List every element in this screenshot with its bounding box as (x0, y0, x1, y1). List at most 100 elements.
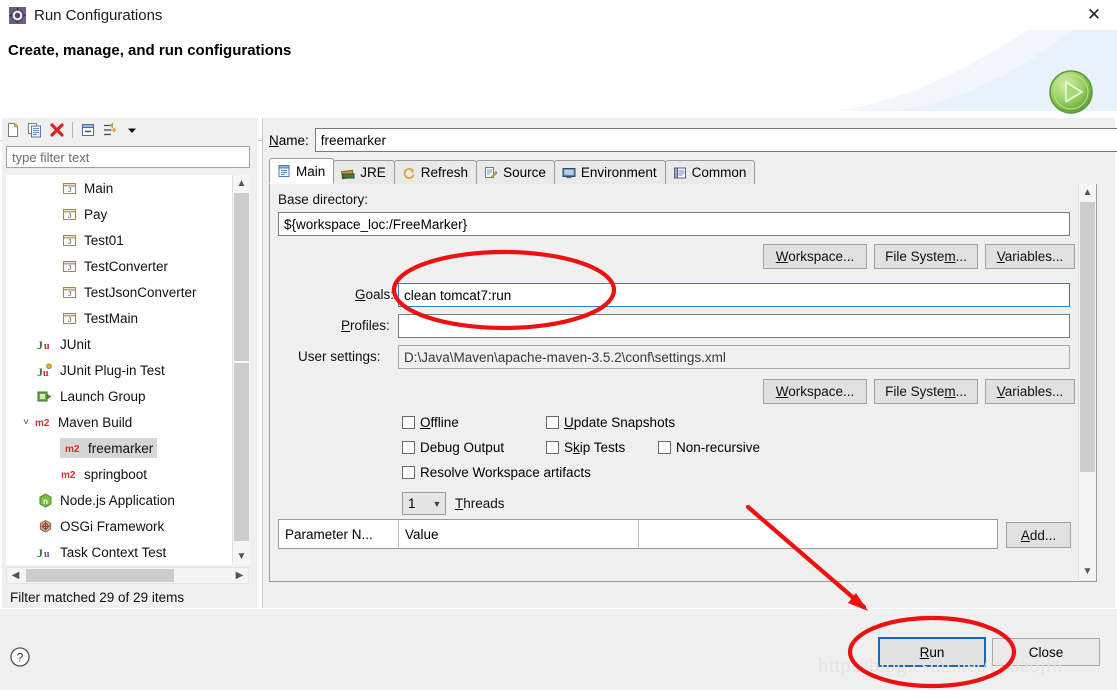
tab-label: Source (503, 165, 546, 180)
scroll-left-icon[interactable]: ◀ (7, 568, 24, 583)
tree-item-testmain[interactable]: J TestMain (6, 305, 232, 331)
filter-placeholder: type filter text (12, 149, 90, 165)
parameter-extra-column-header (639, 520, 997, 548)
tab-common[interactable]: Common (664, 160, 756, 184)
resolve-workspace-artifacts-checkbox[interactable] (402, 466, 415, 479)
tree-horizontal-scrollbar[interactable]: ◀ ▶ (6, 567, 249, 584)
goals-input[interactable]: clean tomcat7:run (398, 283, 1070, 307)
run-button[interactable]: Run (878, 637, 986, 667)
base-variables-button[interactable]: Variables... (985, 244, 1075, 269)
svg-text:?: ? (17, 651, 24, 665)
tree-item-maven-build[interactable]: ˅ m2 Maven Build (6, 409, 232, 435)
skip-tests-checkbox[interactable] (546, 441, 559, 454)
threads-value: 1 (408, 496, 416, 511)
svg-text:n: n (43, 497, 48, 506)
resolve-workspace-artifacts-checkbox-row[interactable]: Resolve Workspace artifacts (402, 465, 591, 480)
scroll-thumb-lower[interactable] (234, 363, 249, 541)
non-recursive-checkbox[interactable] (658, 441, 671, 454)
add-parameter-button[interactable]: Add... (1006, 522, 1071, 548)
tree-item-main[interactable]: J Main (6, 175, 232, 201)
chevron-down-icon[interactable] (121, 119, 143, 141)
tree-item-junit-plug-in-test[interactable]: Ju JUnit Plug-in Test (6, 357, 232, 383)
tab-page-vertical-scrollbar[interactable]: ▲ ▼ (1078, 184, 1096, 580)
tree-item-task-context-test[interactable]: Ju Task Context Test (6, 539, 232, 565)
tree-item-content: J TestJsonConverter (60, 283, 197, 301)
profiles-input[interactable] (398, 314, 1070, 338)
scroll-down-icon[interactable]: ▼ (1079, 563, 1096, 580)
tree-item-springboot[interactable]: m2 springboot (6, 461, 232, 487)
tree-item-test01[interactable]: J Test01 (6, 227, 232, 253)
chevron-down-icon[interactable]: ˅ (18, 414, 34, 430)
scroll-up-icon[interactable]: ▲ (1079, 184, 1096, 201)
tree-item-content: OSGi Framework (36, 517, 164, 535)
goals-label: Goals: (355, 287, 395, 302)
parameter-table[interactable]: Parameter N... Value (278, 519, 998, 549)
debug-output-checkbox-row[interactable]: Debug Output (402, 440, 504, 455)
collapse-all-icon[interactable] (77, 119, 99, 141)
settings-workspace-button[interactable]: Workspace... (763, 379, 867, 404)
update-snapshots-checkbox[interactable] (546, 416, 559, 429)
new-configuration-icon[interactable] (2, 119, 24, 141)
update-snapshots-checkbox-row[interactable]: Update Snapshots (546, 415, 675, 430)
close-button[interactable]: Close (992, 638, 1100, 666)
skip-tests-checkbox-row[interactable]: Skip Tests (546, 440, 625, 455)
junit-icon: Ju (36, 335, 54, 353)
tree-item-node-js-application[interactable]: n Node.js Application (6, 487, 232, 513)
scroll-thumb[interactable] (1080, 202, 1095, 472)
search-input[interactable]: type filter text (6, 146, 250, 168)
tree-item-osgi-framework[interactable]: OSGi Framework (6, 513, 232, 539)
base-workspace-button[interactable]: Workspace... (763, 244, 867, 269)
goals-value: clean tomcat7:run (404, 287, 512, 303)
threads-label: Threads (455, 496, 505, 511)
tab-main[interactable]: Main (269, 158, 335, 184)
scroll-down-icon[interactable]: ▼ (233, 548, 250, 565)
filter-icon[interactable] (99, 119, 121, 141)
scroll-right-icon[interactable]: ▶ (231, 568, 248, 583)
offline-checkbox-row[interactable]: Offline (402, 415, 459, 430)
window-title: Run Configurations (34, 6, 163, 24)
java-application-icon: J (60, 231, 78, 249)
offline-label: Offline (420, 415, 459, 430)
tree-vertical-scrollbar[interactable]: ▲ ▼ (232, 175, 250, 565)
osgi-icon (36, 517, 54, 535)
tree-item-launch-group[interactable]: Launch Group (6, 383, 232, 409)
hscroll-thumb[interactable] (26, 569, 174, 582)
scroll-thumb[interactable] (234, 193, 249, 361)
base-directory-value: ${workspace_loc:/FreeMarker} (284, 216, 468, 232)
tree-item-label: Task Context Test (60, 544, 167, 560)
settings-variables-button[interactable]: Variables... (985, 379, 1075, 404)
svg-text:u: u (44, 341, 50, 352)
name-input-value: freemarker (320, 132, 387, 148)
offline-checkbox[interactable] (402, 416, 415, 429)
maven-icon: m2 (60, 465, 78, 483)
run-play-icon (1047, 68, 1095, 116)
help-icon[interactable]: ? (9, 646, 31, 668)
threads-dropdown[interactable]: 1 ▼ (402, 492, 446, 515)
duplicate-configuration-icon[interactable] (24, 119, 46, 141)
non-recursive-checkbox-row[interactable]: Non-recursive (658, 440, 760, 455)
name-input[interactable]: freemarker (314, 128, 1117, 152)
java-application-icon: J (60, 309, 78, 327)
tree-item-testconverter[interactable]: J TestConverter (6, 253, 232, 279)
base-file-system-button[interactable]: File System... (874, 244, 978, 269)
tree-item-junit[interactable]: Ju JUnit (6, 331, 232, 357)
user-settings-input[interactable]: D:\Java\Maven\apache-maven-3.5.2\conf\se… (398, 345, 1070, 369)
delete-configuration-icon[interactable] (46, 119, 68, 141)
dialog-header: Create, manage, and run configurations (0, 30, 1117, 141)
tab-source[interactable]: Source (476, 160, 555, 184)
svg-text:u: u (43, 368, 49, 378)
tree-item-freemarker[interactable]: m2 freemarker (6, 435, 232, 461)
settings-file-system-button[interactable]: File System... (874, 379, 978, 404)
name-row: Name: freemarker (269, 128, 1117, 152)
maven-icon: m2 (34, 413, 52, 431)
tab-jre[interactable]: JRE (333, 160, 395, 184)
configurations-tree[interactable]: J Main J Pay J Test01 J TestConverter J TestJsonC… (6, 175, 232, 565)
scroll-up-icon[interactable]: ▲ (233, 175, 250, 192)
tree-item-testjsonconverter[interactable]: J TestJsonConverter (6, 279, 232, 305)
tab-environment[interactable]: Environment (553, 160, 666, 184)
tab-refresh[interactable]: Refresh (393, 160, 478, 184)
base-directory-input[interactable]: ${workspace_loc:/FreeMarker} (278, 212, 1070, 236)
tree-item-pay[interactable]: J Pay (6, 201, 232, 227)
debug-output-checkbox[interactable] (402, 441, 415, 454)
close-icon[interactable]: ✕ (1071, 0, 1117, 30)
